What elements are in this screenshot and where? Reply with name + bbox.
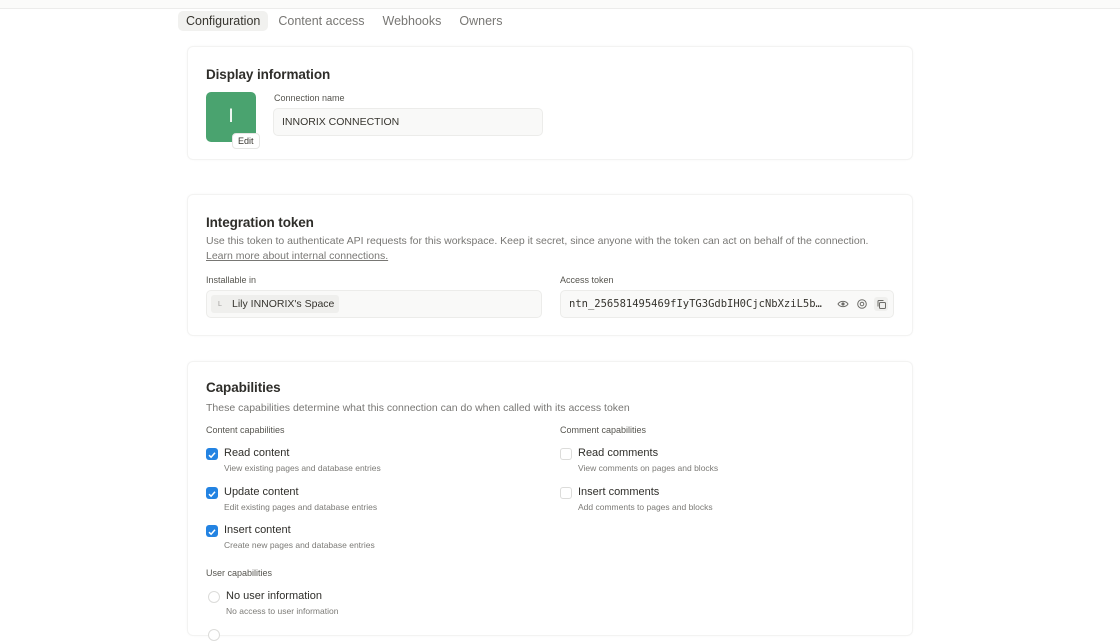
copy-token-icon[interactable] xyxy=(874,297,888,311)
tab-webhooks[interactable]: Webhooks xyxy=(375,11,450,31)
capability-title: Read comments xyxy=(578,447,659,459)
token-description-text: Use this token to authenticate API reque… xyxy=(206,235,869,247)
edit-avatar-button[interactable]: Edit xyxy=(232,133,260,149)
capabilities-card: Capabilities These capabilities determin… xyxy=(187,361,913,641)
comment-capabilities-label: Comment capabilities xyxy=(560,425,647,435)
section-title: Integration token xyxy=(206,215,314,230)
connection-name-input[interactable] xyxy=(282,116,542,128)
capability-title: Insert content xyxy=(224,524,291,536)
capability-subtitle: View comments on pages and blocks xyxy=(578,463,719,473)
show-token-icon[interactable] xyxy=(836,297,850,311)
learn-more-link[interactable]: Learn more about internal connections. xyxy=(206,250,388,262)
capability-subtitle: No access to user information xyxy=(226,606,339,616)
avatar-letter: I xyxy=(228,106,234,127)
capability-subtitle: Create new pages and database entries xyxy=(224,540,375,550)
access-token-label: Access token xyxy=(560,275,614,285)
refresh-token-icon[interactable] xyxy=(855,297,869,311)
capability-subtitle: Edit existing pages and database entries xyxy=(224,502,378,512)
checkbox-unchecked[interactable] xyxy=(560,487,572,499)
tab-bar: Configuration Content access Webhooks Ow… xyxy=(178,11,512,31)
section-title: Capabilities xyxy=(206,380,281,395)
section-title: Display information xyxy=(206,67,331,82)
connection-name-field[interactable] xyxy=(273,108,543,136)
installable-in-field: L Lily INNORIX's Space xyxy=(206,290,542,318)
checkbox-unchecked[interactable] xyxy=(560,448,572,460)
access-token-value[interactable]: ntn_256581495469fIyTG3GdbIH0CjcNbXziL5b… xyxy=(569,298,831,310)
integration-token-card: Integration token Use this token to auth… xyxy=(187,194,913,336)
checkbox-checked[interactable] xyxy=(206,448,218,460)
capabilities-description: These capabilities determine what this c… xyxy=(206,402,630,414)
capability-title: No user information xyxy=(226,590,322,602)
content-capabilities-label: Content capabilities xyxy=(206,425,285,435)
workspace-icon: L xyxy=(218,300,222,308)
tab-configuration[interactable]: Configuration xyxy=(178,11,269,31)
workspace-chip: L Lily INNORIX's Space xyxy=(211,295,340,313)
capability-title: Read content xyxy=(224,447,290,459)
workspace-name: Lily INNORIX's Space xyxy=(232,298,335,310)
access-token-field: ntn_256581495469fIyTG3GdbIH0CjcNbXziL5b… xyxy=(560,290,894,318)
radio-unselected[interactable] xyxy=(208,591,220,603)
token-description: Use this token to authenticate API reque… xyxy=(206,234,896,264)
display-information-card: Display information I Edit Connection na… xyxy=(187,46,913,160)
checkbox-checked[interactable] xyxy=(206,525,218,537)
tab-content-access[interactable]: Content access xyxy=(270,11,372,31)
capability-subtitle: Add comments to pages and blocks xyxy=(578,502,713,512)
user-capabilities-label: User capabilities xyxy=(206,568,273,578)
installable-in-label: Installable in xyxy=(206,275,257,285)
checkbox-checked[interactable] xyxy=(206,487,218,499)
top-bar xyxy=(0,0,1120,9)
capability-title: Update content xyxy=(224,486,299,498)
tab-owners[interactable]: Owners xyxy=(451,11,510,31)
radio-unselected[interactable] xyxy=(208,629,220,641)
capability-title: Insert comments xyxy=(578,486,660,498)
capability-subtitle: View existing pages and database entries xyxy=(224,463,381,473)
connection-name-label: Connection name xyxy=(274,93,345,103)
